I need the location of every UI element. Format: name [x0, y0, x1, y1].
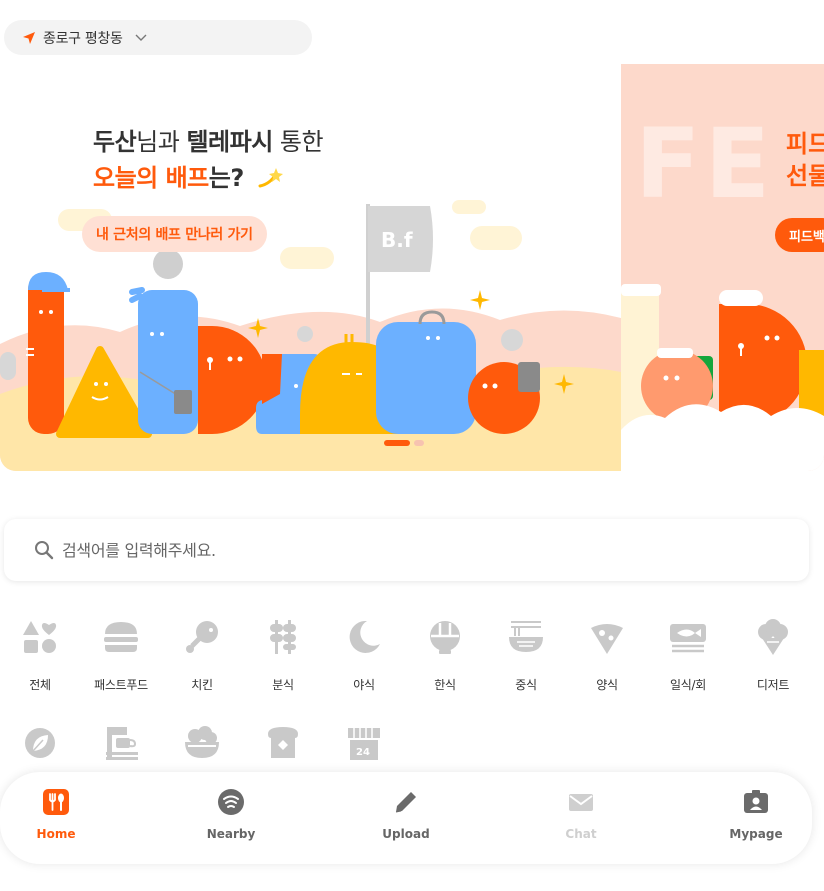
coffee-machine-icon: [106, 727, 138, 760]
leaf-icon: [25, 728, 55, 758]
category-snack[interactable]: 분식: [243, 618, 323, 693]
nav-home[interactable]: Home: [11, 788, 101, 841]
salad-bowl-icon: [185, 726, 219, 758]
category-latenight[interactable]: 야식: [324, 618, 404, 693]
pencil-icon: [395, 792, 416, 813]
banner-slide-feedback[interactable]: FE 피드 선물 피드백: [621, 64, 824, 471]
svg-text:24: 24: [356, 747, 370, 758]
flag-label: B.f: [381, 228, 413, 252]
location-selector[interactable]: 종로구 평창동: [4, 20, 312, 55]
skewer-icon: [270, 620, 296, 654]
category-bakery[interactable]: [243, 724, 323, 762]
nav-nearby[interactable]: Nearby: [186, 788, 276, 841]
store-24-icon: 24: [348, 728, 380, 760]
category-chicken[interactable]: 치킨: [162, 618, 242, 693]
banner-slide-bf[interactable]: B.f 두산님과 텔레파시 통한 오늘의 배프는? 내 근처의 배프 만나러 가…: [0, 64, 621, 471]
fork-spoon-icon: [43, 789, 69, 815]
category-cafe[interactable]: [81, 724, 161, 762]
noodle-bowl-icon: [509, 621, 543, 652]
mail-icon: [569, 794, 593, 811]
profile-icon: [744, 790, 768, 813]
category-japanese[interactable]: 일식/회: [648, 618, 728, 693]
bibimbap-icon: [430, 621, 460, 654]
search-icon: [35, 541, 54, 560]
pagination-dot-active[interactable]: [384, 440, 410, 446]
burger-icon: [104, 622, 138, 652]
fish-icon: [670, 624, 706, 653]
shooting-star-icon: [258, 168, 283, 188]
category-convenience-store[interactable]: 24: [324, 724, 404, 762]
banner-headline: 두산님과 텔레파시 통한 오늘의 배프는?: [93, 128, 324, 192]
ice-cream-icon: [758, 619, 788, 655]
pagination-dot[interactable]: [414, 440, 424, 446]
banner-pagination: [384, 440, 424, 446]
bread-icon: [268, 727, 298, 758]
moon-icon: [349, 620, 380, 653]
location-arrow-icon: [23, 31, 35, 44]
location-label: 종로구 평창동: [43, 30, 123, 47]
category-all[interactable]: 전체: [0, 618, 80, 693]
category-vegan[interactable]: [0, 724, 80, 762]
nav-upload[interactable]: Upload: [361, 788, 451, 841]
nearby-bf-button[interactable]: 내 근처의 배프 만나러 가기: [82, 216, 267, 252]
shapes-icon: [23, 621, 57, 653]
promo-banner[interactable]: B.f 두산님과 텔레파시 통한 오늘의 배프는? 내 근처의 배프 만나러 가…: [0, 64, 824, 471]
category-salad[interactable]: [162, 724, 242, 762]
category-fastfood[interactable]: 패스트푸드: [81, 618, 161, 693]
nav-chat[interactable]: Chat: [536, 788, 626, 841]
category-western[interactable]: 양식: [567, 618, 647, 693]
signal-icon: [218, 789, 244, 815]
slide2-illustration: [621, 284, 824, 471]
nav-mypage[interactable]: Mypage: [711, 788, 801, 841]
chevron-down-icon: [135, 34, 147, 41]
category-chinese[interactable]: 중식: [486, 618, 566, 693]
category-korean[interactable]: 한식: [405, 618, 485, 693]
search-input[interactable]: [62, 540, 662, 560]
category-dessert[interactable]: 디저트: [733, 618, 813, 693]
drumstick-icon: [186, 621, 218, 653]
bottom-navigation: Home Nearby Upload Chat Mypage: [0, 772, 812, 864]
search-bar[interactable]: [4, 519, 809, 581]
pizza-icon: [591, 624, 623, 654]
